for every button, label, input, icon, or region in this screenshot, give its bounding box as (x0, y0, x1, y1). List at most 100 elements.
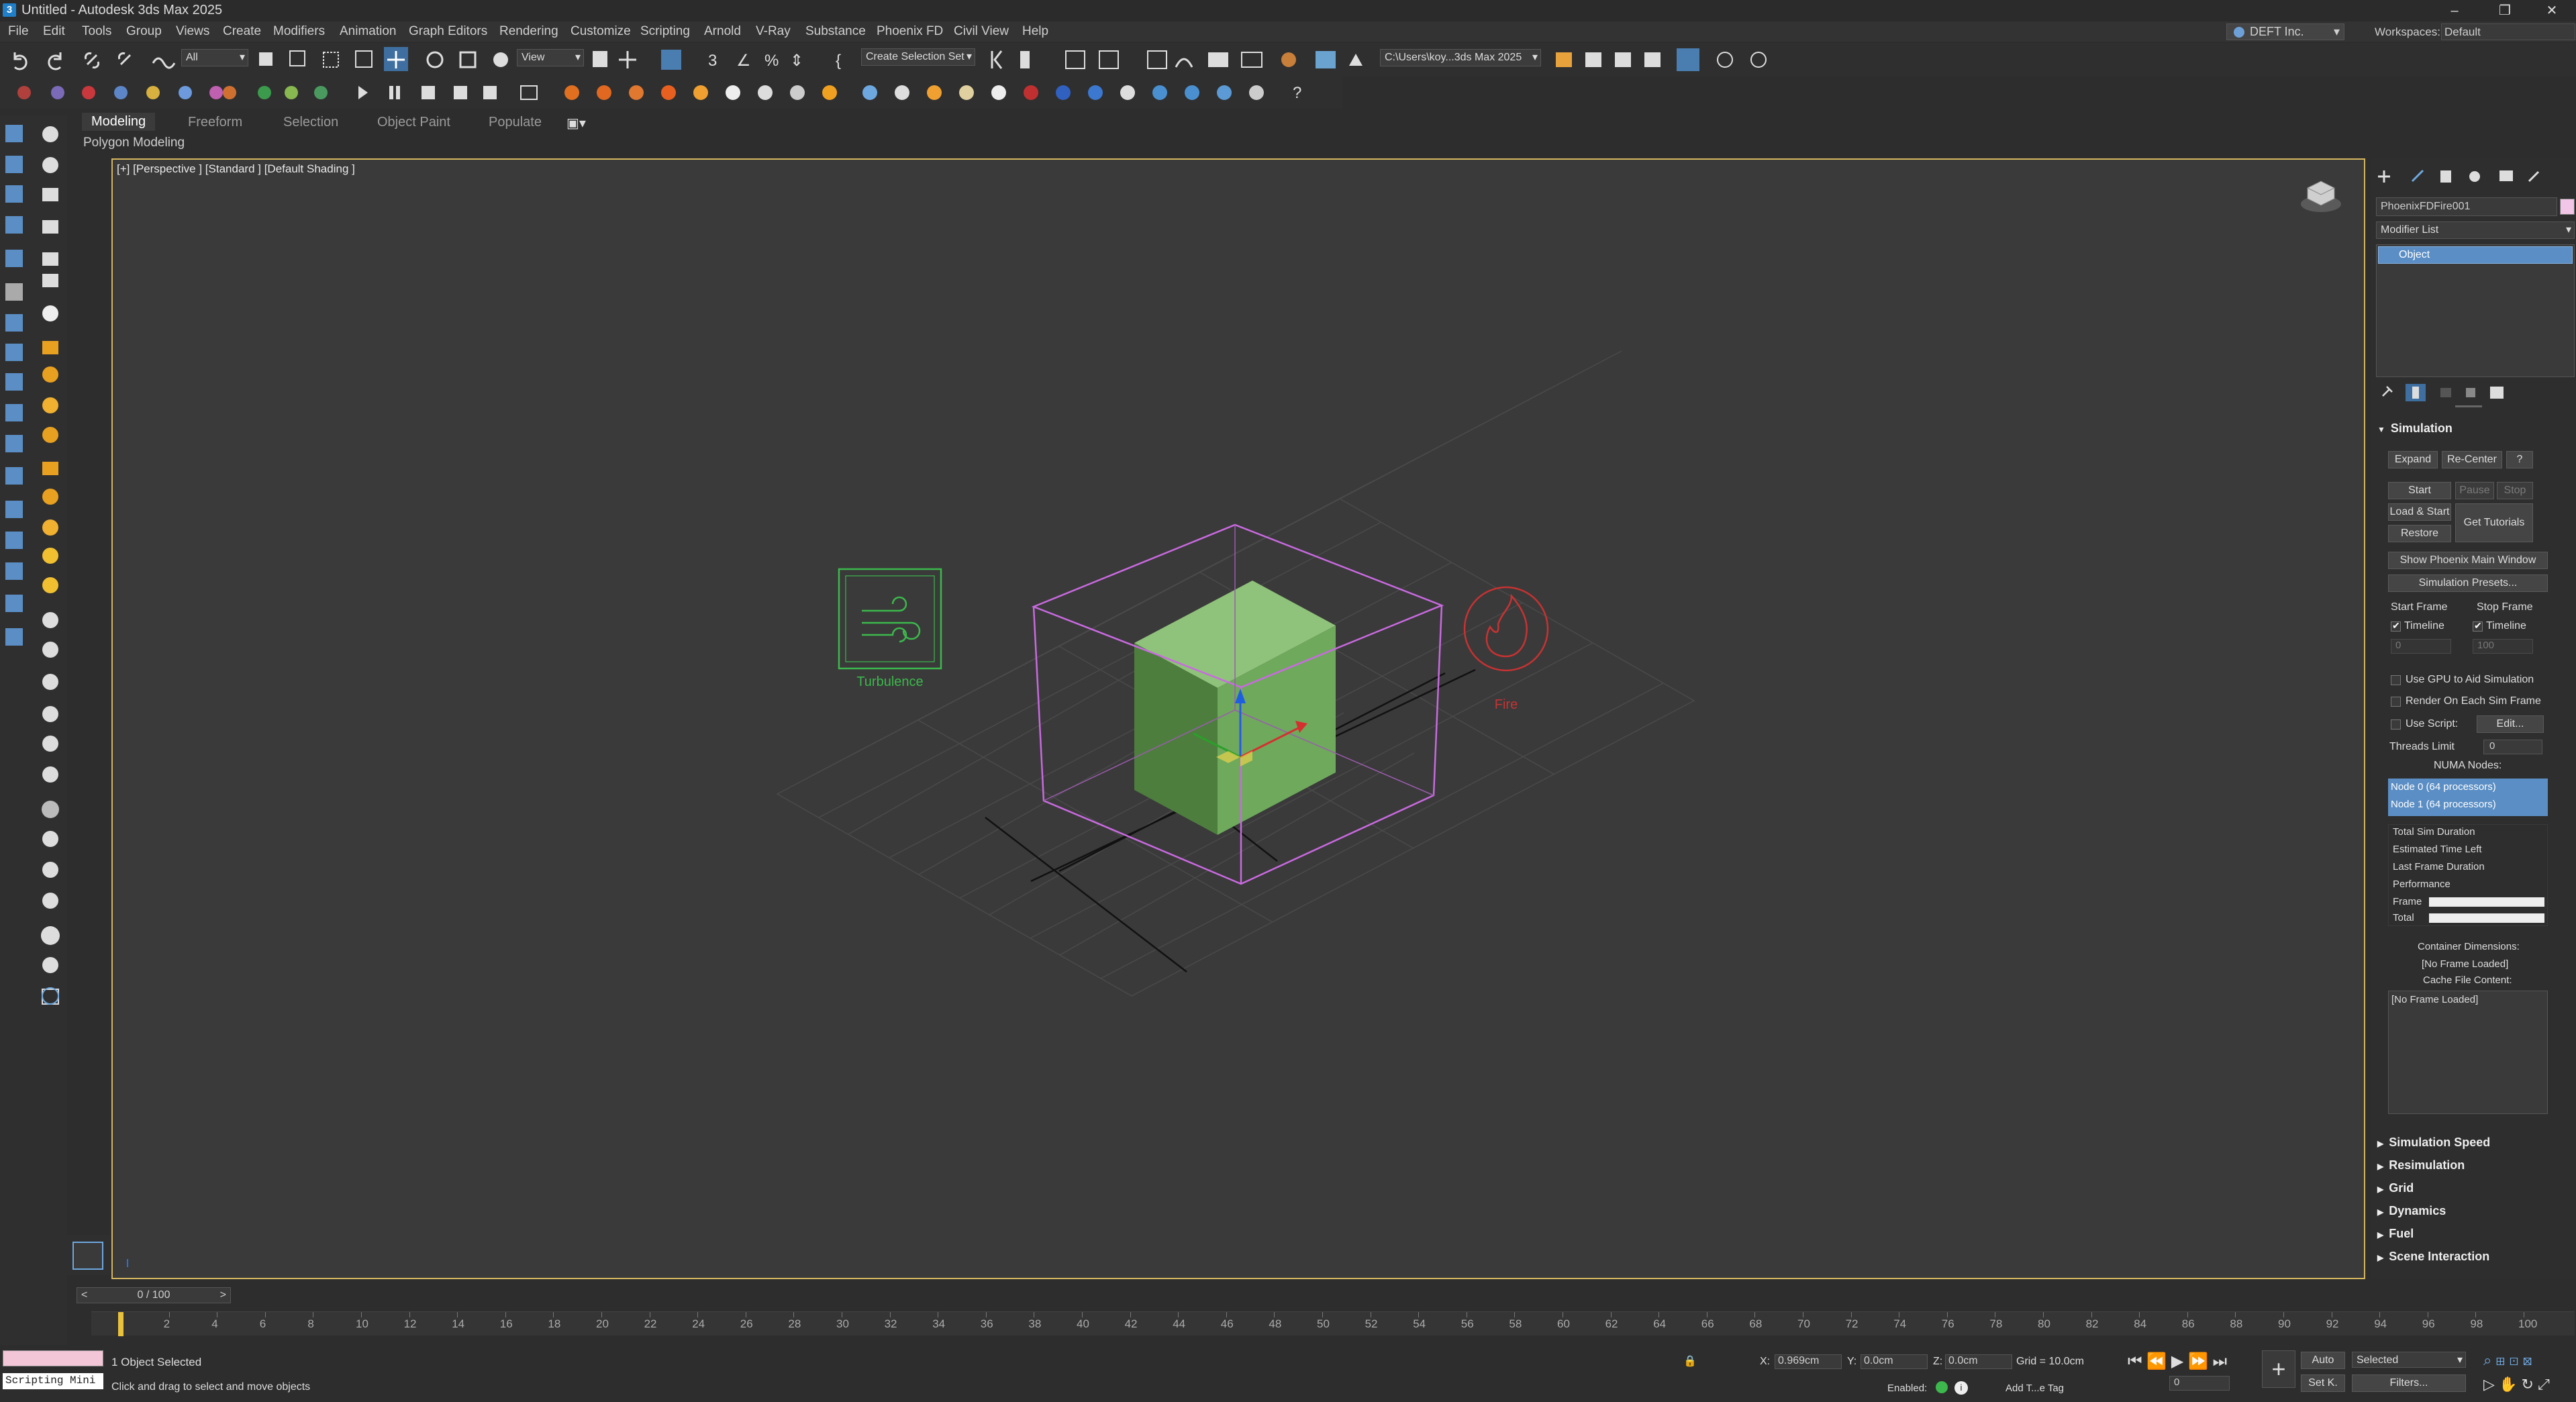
simulation-presets-button[interactable]: Simulation Presets... (2388, 574, 2548, 592)
menu-vray[interactable]: V-Ray (756, 24, 791, 39)
menu-phoenix-fd[interactable]: Phoenix FD (877, 24, 943, 39)
prev-frame-icon[interactable]: < (81, 1288, 87, 1303)
menu-help[interactable]: Help (1022, 24, 1048, 39)
stop-button[interactable]: Stop (2497, 482, 2533, 499)
add-time-tag[interactable]: Add T...e Tag (2005, 1383, 2064, 1394)
time-slider[interactable]: < 0 / 100 > (77, 1287, 231, 1303)
minimize-button[interactable]: – (2436, 0, 2473, 21)
restore-button-sim[interactable]: Restore (2388, 525, 2451, 542)
track-tick-mark (2091, 1312, 2092, 1317)
track-tick-label: 34 (932, 1317, 946, 1330)
menu-animation[interactable]: Animation (340, 24, 397, 39)
enabled-status-icon[interactable] (1936, 1381, 1948, 1393)
stack-item-object[interactable]: Object (2378, 246, 2573, 264)
load-start-button[interactable]: Load & Start (2388, 503, 2451, 521)
menu-create[interactable]: Create (223, 24, 261, 39)
menu-group[interactable]: Group (126, 24, 162, 39)
track-tick-label: 38 (1028, 1317, 1042, 1330)
z-coordinate-field[interactable]: 0.0cm (1945, 1354, 2012, 1369)
playback-controls[interactable]: ⏮ ⏪ ▶ ⏩ ⏭ (2128, 1352, 2227, 1371)
tab-populate[interactable]: Populate (489, 115, 542, 130)
start-timeline-checkbox[interactable] (2391, 620, 2401, 632)
stop-frame-spinner[interactable]: 100 (2473, 639, 2533, 654)
start-frame-spinner[interactable]: 0 (2391, 639, 2451, 654)
numa-node-0[interactable]: Node 0 (64 processors) (2391, 781, 2496, 793)
rollout-fuel[interactable]: ▶ Fuel (2377, 1227, 2572, 1247)
track-tick-mark (1946, 1312, 1948, 1317)
object-name-field[interactable]: PhoenixFDFire001 (2376, 197, 2557, 216)
menu-rendering[interactable]: Rendering (499, 24, 558, 39)
close-button[interactable]: ✕ (2534, 0, 2570, 21)
tab-modeling[interactable]: Modeling (82, 113, 156, 131)
menu-customize[interactable]: Customize (571, 24, 631, 39)
numa-node-1[interactable]: Node 1 (64 processors) (2391, 799, 2496, 810)
set-key-button[interactable]: Set K. (2301, 1374, 2345, 1392)
start-button[interactable]: Start (2388, 482, 2451, 499)
tab-freeform[interactable]: Freeform (188, 115, 242, 130)
rollout-grid[interactable]: ▶ Grid (2377, 1181, 2572, 1201)
restore-button[interactable]: ❐ (2487, 0, 2523, 21)
key-filter-dropdown[interactable]: Selected (2352, 1352, 2466, 1368)
menu-graph-editors[interactable]: Graph Editors (409, 24, 487, 39)
current-frame-field[interactable]: 0 (2169, 1376, 2230, 1391)
key-filters-button[interactable]: Filters... (2352, 1374, 2466, 1392)
modifier-list-dropdown[interactable]: Modifier List (2376, 221, 2575, 239)
rollout-simulation-speed[interactable]: ▶ Simulation Speed (2377, 1136, 2572, 1156)
menu-modifiers[interactable]: Modifiers (273, 24, 325, 39)
info-icon[interactable]: i (1954, 1381, 1968, 1395)
menu-views[interactable]: Views (176, 24, 209, 39)
selection-filter-dropdown[interactable]: All (181, 49, 248, 66)
viewport-nav-icons[interactable]: ⌕ ⊞ ⊡ ⊠ (2483, 1352, 2532, 1369)
project-folder-dropdown[interactable]: C:\Users\koy...3ds Max 2025 (1380, 49, 1541, 66)
show-phoenix-main-window-button[interactable]: Show Phoenix Main Window (2388, 552, 2548, 569)
menu-file[interactable]: File (8, 24, 29, 39)
named-selection-set-dropdown[interactable]: Create Selection Set (861, 48, 975, 66)
x-coordinate-field[interactable]: 0.969cm (1775, 1354, 1842, 1369)
menu-substance[interactable]: Substance (805, 24, 866, 39)
splitter-handle[interactable] (2455, 405, 2482, 407)
menu-scripting[interactable]: Scripting (640, 24, 690, 39)
rollout-dynamics[interactable]: ▶ Dynamics (2377, 1204, 2572, 1224)
next-frame-icon[interactable]: > (220, 1288, 226, 1303)
lock-icon[interactable]: 🔒 (1683, 1354, 1697, 1368)
ref-coord-dropdown[interactable]: View (517, 49, 584, 66)
menu-arnold[interactable]: Arnold (704, 24, 741, 39)
use-script-checkbox[interactable] (2391, 719, 2401, 730)
object-color-swatch[interactable] (2560, 199, 2575, 215)
account-dropdown[interactable]: DEFT Inc. ▾ (2226, 23, 2344, 40)
viewport-layout-tab[interactable] (67, 1235, 110, 1275)
threads-limit-spinner[interactable]: 0 (2483, 740, 2542, 754)
pause-button[interactable]: Pause (2455, 482, 2494, 499)
workspace-dropdown[interactable]: Default (2441, 23, 2575, 40)
menu-tools[interactable]: Tools (82, 24, 111, 39)
menu-civil-view[interactable]: Civil View (954, 24, 1009, 39)
safe-frame-icon (1717, 52, 1733, 68)
tab-object-paint[interactable]: Object Paint (377, 115, 450, 130)
help-button[interactable]: ? (2506, 451, 2533, 468)
maxscript-listener-pink[interactable] (3, 1350, 103, 1366)
menu-edit[interactable]: Edit (43, 24, 65, 39)
polygon-modeling-label[interactable]: Polygon Modeling (83, 136, 185, 150)
time-slider-thumb[interactable] (118, 1312, 123, 1336)
y-coordinate-field[interactable]: 0.0cm (1861, 1354, 1928, 1369)
track-bar[interactable]: 2 4 6 8 10 12 14 16 18 20 22 24 26 28 30 32 34 36 38 40 42 44… (91, 1311, 2575, 1336)
set-key-icon[interactable]: + (2262, 1350, 2295, 1388)
render-each-frame-checkbox[interactable] (2391, 697, 2401, 707)
numa-node-list[interactable]: Node 0 (64 processors) Node 1 (64 proces… (2388, 779, 2548, 816)
auto-key-button[interactable]: Auto (2301, 1352, 2345, 1369)
use-gpu-checkbox[interactable] (2391, 675, 2401, 685)
rollout-scene-interaction[interactable]: ▶ Scene Interaction (2377, 1250, 2572, 1270)
recenter-button[interactable]: Re-Center (2442, 451, 2502, 468)
rollout-simulation[interactable]: ▼ Simulation (2377, 421, 2572, 442)
viewport-nav-icons-2[interactable]: ▷ ✋ ↻ ⤢ (2483, 1376, 2550, 1393)
stop-timeline-checkbox[interactable] (2473, 620, 2483, 632)
expand-button[interactable]: Expand (2388, 451, 2438, 468)
scripting-mini-listener[interactable]: Scripting Mini (3, 1373, 103, 1389)
tab-selection[interactable]: Selection (283, 115, 338, 130)
ribbon-options-icon[interactable]: ▣▾ (566, 115, 586, 132)
edit-script-button[interactable]: Edit... (2477, 715, 2544, 733)
rollout-resimulation[interactable]: ▶ Resimulation (2377, 1158, 2572, 1179)
viewport-perspective[interactable]: [+] [Perspective ] [Standard ] [Default … (111, 158, 2365, 1279)
get-tutorials-button[interactable]: Get Tutorials (2455, 503, 2533, 542)
viewport-label[interactable]: [+] [Perspective ] [Standard ] [Default … (117, 162, 355, 176)
